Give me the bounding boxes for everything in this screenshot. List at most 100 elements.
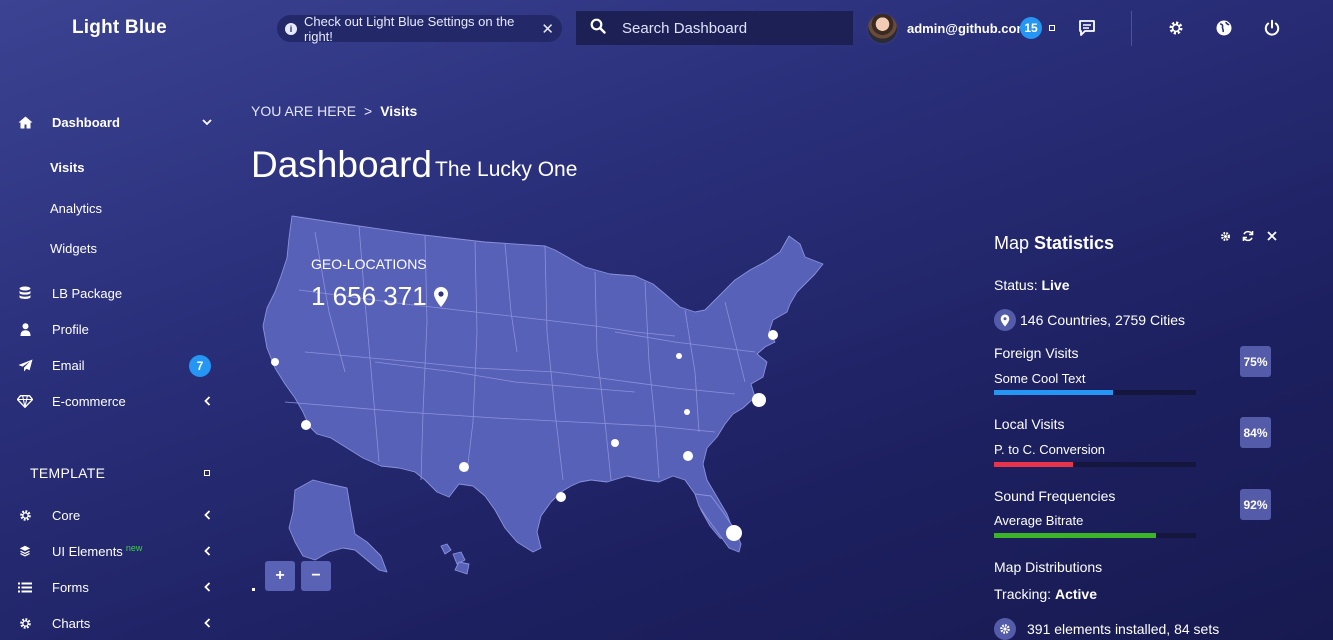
settings-alert: i Check out Light Blue Settings on the r… [277,13,562,44]
breadcrumb-prefix: YOU ARE HERE [251,103,357,119]
sidebar-subitem-widgets[interactable]: Widgets [50,241,97,256]
sidebar-subitem-analytics[interactable]: Analytics [50,201,102,216]
map-attribution-dot [252,588,255,591]
sidebar-item-label: Email [52,357,85,373]
status-value: Live [1041,277,1070,293]
user-icon [17,322,33,336]
sidebar-item-ui-elements[interactable]: UI Elements new [0,536,230,566]
gear-icon [17,509,33,522]
metric-percent-badge: 84% [1240,417,1271,448]
sidebar-item-label: E-commerce [52,393,126,409]
paper-plane-icon [17,359,33,372]
metric-sub: Some Cool Text [994,371,1086,386]
metric-label: Foreign Visits [994,345,1079,361]
sidebar-item-profile[interactable]: Profile [0,314,230,344]
elements-installed-text: 391 elements installed, 84 sets [1027,621,1220,637]
status-line: Status: Live [994,277,1070,293]
zoom-out-button[interactable]: − [301,561,331,591]
user-name[interactable]: admin@github.com [907,21,1028,36]
alert-text: Check out Light Blue Settings on the rig… [304,13,515,44]
geo-locations-count: 1 656 371 [311,281,427,311]
sidebar-item-label: UI Elements [52,543,123,559]
section-toggle-icon[interactable] [204,470,210,476]
sidebar-subitem-visits[interactable]: Visits [50,160,84,175]
chevron-left-icon [201,546,213,556]
sidebar-item-label: Dashboard [52,114,120,130]
geo-locations-value: 1 656 371 [311,281,449,312]
search-input[interactable] [622,19,832,37]
diamond-icon [17,394,33,408]
chevron-left-icon [201,396,213,406]
sidebar-item-forms[interactable]: Forms [0,572,230,602]
map-pin-icon [433,286,449,308]
gear-icon [994,618,1016,640]
metric-sub: P. to C. Conversion [994,442,1106,457]
metric-progress-fill [994,390,1114,395]
sidebar-item-label: LB Package [52,285,123,301]
database-icon [17,286,33,300]
page-subtitle: The Lucky One [435,158,578,181]
gear-icon[interactable] [1166,18,1186,38]
map-distributions-label: Map Distributions [994,559,1103,575]
geo-locations-label: GEO-LOCATIONS [311,256,427,272]
dropdown-toggle-icon[interactable] [1049,25,1055,31]
sidebar-item-dashboard[interactable]: Dashboard [0,107,230,137]
map-pin-icon [994,309,1016,331]
chevron-left-icon [201,582,213,592]
panel-title-bold: Statistics [1034,233,1115,253]
globe-icon[interactable] [1214,18,1234,38]
avatar[interactable] [866,12,899,45]
sidebar-item-label: Forms [52,579,89,595]
metric-label: Local Visits [994,416,1065,432]
metric-sub: Average Bitrate [994,513,1084,528]
list-icon [17,582,33,593]
breadcrumb: YOU ARE HERE > Visits [251,103,417,119]
tracking-label: Tracking: [994,586,1052,602]
status-label: Status: [994,277,1038,293]
page-title: Dashboard [251,144,433,185]
close-icon[interactable]: ✕ [541,20,554,38]
panel-settings-icon[interactable] [1218,229,1232,243]
info-icon: i [285,22,297,35]
chevron-left-icon [201,618,213,628]
sidebar-section-title: TEMPLATE [30,465,106,481]
notifications-badge[interactable]: 15 [1020,17,1042,39]
metric-label: Sound Frequencies [994,488,1116,504]
sidebar-item-label: Profile [52,321,89,337]
tracking-line: Tracking: Active [994,586,1097,602]
messages-icon[interactable] [1077,18,1097,38]
search-icon [590,18,606,39]
refresh-icon[interactable] [1241,229,1255,243]
metric-progress [994,462,1196,467]
close-icon[interactable] [1265,229,1279,243]
tracking-value: Active [1054,586,1097,602]
panel-title-light: Map [994,233,1030,253]
sidebar-item-label: Charts [52,615,91,631]
new-tag: new [125,542,143,553]
gear-icon [17,617,33,630]
home-icon [17,116,33,129]
metric-progress-fill [994,533,1156,538]
metric-percent-badge: 75% [1240,346,1271,377]
metric-progress-fill [994,462,1073,467]
sidebar-item-ecommerce[interactable]: E-commerce [0,386,230,416]
chevron-down-icon [201,118,213,126]
panel-title: Map Statistics [994,233,1114,254]
metric-percent-badge: 92% [1240,489,1271,520]
email-count-badge: 7 [189,355,211,377]
zoom-in-button[interactable]: + [265,561,295,591]
search-bar[interactable] [576,11,853,45]
breadcrumb-separator: > [364,103,373,119]
app-logo[interactable]: Light Blue [72,17,167,39]
sidebar-item-core[interactable]: Core [0,500,230,530]
sidebar-item-label-wrap: UI Elements new [52,542,143,559]
layers-icon [17,545,33,557]
power-icon[interactable] [1262,18,1282,38]
metric-progress [994,533,1196,538]
metric-progress [994,390,1196,395]
countries-text: 146 Countries, 2759 Cities [1020,312,1185,328]
breadcrumb-current[interactable]: Visits [380,103,417,119]
header-divider [1131,11,1132,46]
sidebar-item-lb-package[interactable]: LB Package [0,278,230,308]
sidebar-item-charts[interactable]: Charts [0,608,230,638]
